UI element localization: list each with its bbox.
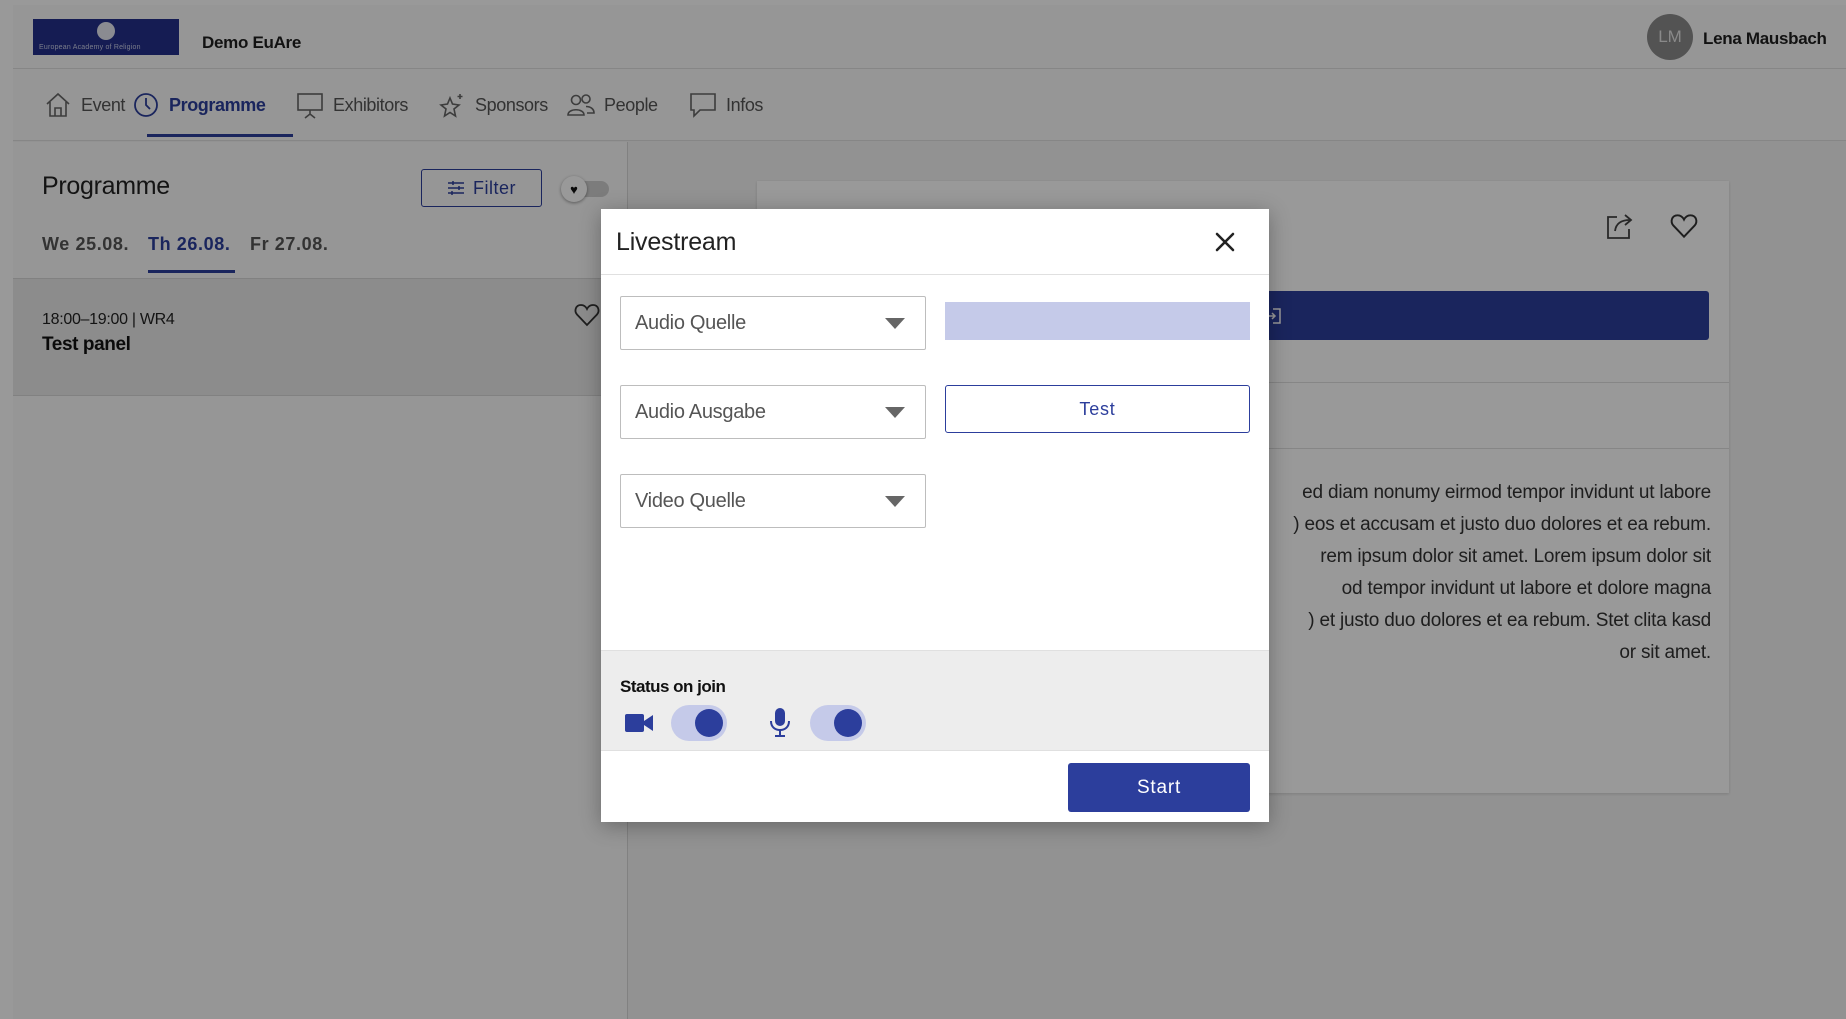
divider <box>601 274 1269 275</box>
video-source-value: Video Quelle <box>635 489 746 512</box>
start-button[interactable]: Start <box>1068 763 1250 812</box>
test-audio-button[interactable]: Test <box>945 385 1250 433</box>
audio-output-select[interactable]: Audio Ausgabe <box>620 385 926 439</box>
dropdown-caret-icon <box>885 496 905 507</box>
camera-toggle-thumb <box>695 709 723 737</box>
dropdown-caret-icon <box>885 407 905 418</box>
status-label: Status on join <box>620 677 726 696</box>
dropdown-caret-icon <box>885 318 905 329</box>
camera-toggle[interactable] <box>669 703 729 743</box>
status-on-join-section: Status on join <box>601 650 1269 751</box>
audio-output-value: Audio Ausgabe <box>635 400 766 423</box>
video-camera-icon <box>625 714 653 732</box>
mic-toggle-thumb <box>834 709 862 737</box>
mic-toggle[interactable] <box>808 703 868 743</box>
microphone-icon <box>770 708 790 737</box>
audio-level-meter <box>945 302 1250 340</box>
livestream-dialog: Livestream Audio Quelle Audio Ausgabe Te… <box>601 209 1269 822</box>
audio-source-select[interactable]: Audio Quelle <box>620 296 926 350</box>
video-source-select[interactable]: Video Quelle <box>620 474 926 528</box>
dialog-title: Livestream <box>616 228 737 256</box>
audio-source-value: Audio Quelle <box>635 311 746 334</box>
close-icon[interactable] <box>1209 226 1241 258</box>
